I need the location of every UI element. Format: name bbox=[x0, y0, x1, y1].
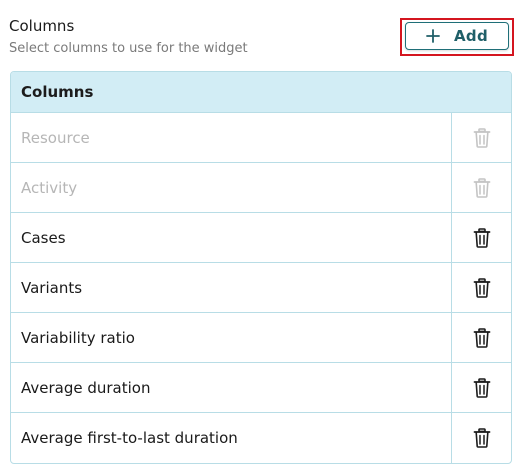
add-button-label: Add bbox=[454, 27, 488, 45]
table-row: Average duration bbox=[11, 363, 511, 413]
column-name: Cases bbox=[21, 228, 66, 247]
column-name: Average duration bbox=[21, 378, 151, 397]
column-name: Variants bbox=[21, 278, 83, 297]
trash-icon[interactable] bbox=[451, 363, 511, 412]
table-row: Variants bbox=[11, 263, 511, 313]
columns-table: Columns Resource Activity Cases Variants Var… bbox=[10, 71, 512, 464]
columns-panel: Columns Select columns to use for the wi… bbox=[0, 0, 531, 475]
table-row: Cases bbox=[11, 213, 511, 263]
table-header: Columns bbox=[11, 72, 511, 113]
section-title: Columns bbox=[9, 17, 75, 35]
add-column-button[interactable]: Add bbox=[405, 22, 509, 50]
trash-icon[interactable] bbox=[451, 213, 511, 262]
column-name: Variability ratio bbox=[21, 328, 135, 347]
trash-icon[interactable] bbox=[451, 413, 511, 463]
column-name: Average first-to-last duration bbox=[21, 429, 238, 447]
table-row: Activity bbox=[11, 163, 511, 213]
trash-icon bbox=[451, 163, 511, 212]
trash-icon[interactable] bbox=[451, 313, 511, 362]
section-subtitle: Select columns to use for the widget bbox=[9, 41, 248, 56]
table-row: Variability ratio bbox=[11, 313, 511, 363]
table-header-label: Columns bbox=[21, 83, 94, 101]
trash-icon bbox=[451, 113, 511, 162]
column-name: Resource bbox=[21, 128, 90, 147]
table-body: Resource Activity Cases Variants Variability… bbox=[11, 113, 511, 463]
column-name: Activity bbox=[21, 178, 78, 197]
table-row: Average first-to-last duration bbox=[11, 413, 511, 463]
trash-icon[interactable] bbox=[451, 263, 511, 312]
plus-icon bbox=[426, 29, 440, 43]
table-row: Resource bbox=[11, 113, 511, 163]
